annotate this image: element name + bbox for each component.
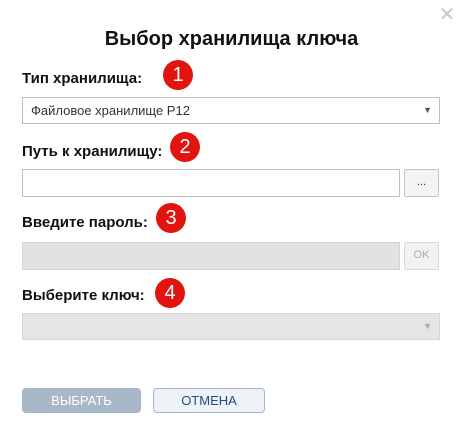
key-select[interactable]: ▼ xyxy=(22,313,440,340)
step-badge-2: 2 xyxy=(170,132,200,162)
password-input[interactable] xyxy=(22,242,400,270)
chevron-down-icon: ▼ xyxy=(423,105,432,115)
cancel-button[interactable]: ОТМЕНА xyxy=(153,388,265,413)
browse-button[interactable]: ... xyxy=(404,169,439,197)
storage-type-select[interactable]: Файловое хранилище P12 ▼ xyxy=(22,97,440,124)
select-button[interactable]: ВЫБРАТЬ xyxy=(22,388,141,413)
password-ok-button[interactable]: OK xyxy=(404,242,439,270)
step-badge-4: 4 xyxy=(155,278,185,308)
step-badge-3: 3 xyxy=(156,203,186,233)
storage-path-input[interactable] xyxy=(22,169,400,197)
storage-type-label: Тип хранилища: xyxy=(22,70,143,87)
chevron-down-icon: ▼ xyxy=(423,321,432,331)
key-select-label: Выберите ключ: xyxy=(22,287,145,304)
step-badge-1: 1 xyxy=(163,60,193,90)
storage-type-value: Файловое хранилище P12 xyxy=(31,103,190,118)
dialog-title: Выбор хранилища ключа xyxy=(104,28,359,50)
key-storage-dialog: ✕ Выбор хранилища ключа Тип хранилища: 1… xyxy=(0,0,463,423)
close-icon[interactable]: ✕ xyxy=(438,5,456,25)
storage-path-label: Путь к хранилищу: xyxy=(22,143,163,160)
password-label: Введите пароль: xyxy=(22,214,148,231)
